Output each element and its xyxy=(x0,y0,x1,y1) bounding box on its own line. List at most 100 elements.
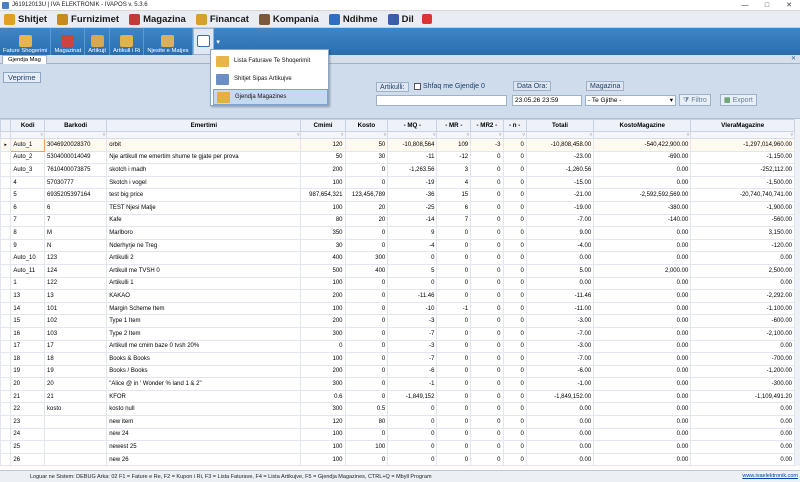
filtro-button[interactable]: ⧩ Filtro xyxy=(679,94,711,106)
column-header[interactable]: Barkodi xyxy=(44,119,108,132)
table-cell[interactable]: -1 xyxy=(387,377,438,391)
table-cell[interactable]: KFOR xyxy=(106,389,302,404)
table-cell[interactable]: 0 xyxy=(470,427,504,442)
table-cell[interactable]: 100 xyxy=(300,452,346,466)
table-row[interactable]: Auto_10 123 Artikulli 2 400 300 0 0 0 0 0.00 0.00 0… xyxy=(0,251,795,265)
table-cell[interactable]: 0 xyxy=(436,251,472,265)
table-cell[interactable]: -11.46 xyxy=(525,289,595,303)
table-cell[interactable]: test big price xyxy=(106,188,302,202)
table-cell[interactable]: 200 xyxy=(300,289,346,303)
column-filter-icon[interactable]: ▿ xyxy=(106,131,302,139)
table-cell[interactable]: 100 xyxy=(300,352,346,366)
column-header[interactable]: - MR - xyxy=(436,119,472,132)
table-cell[interactable]: 9 xyxy=(10,238,46,253)
table-cell[interactable]: 15 xyxy=(10,314,46,328)
column-header[interactable]: - MQ - xyxy=(387,119,438,132)
table-row[interactable]: 19 19 Books / Books 200 0 -6 0 0 0 -6.00 0.00 -1,20… xyxy=(0,364,795,379)
table-cell[interactable]: 0 xyxy=(344,352,389,366)
column-header[interactable]: VleraMagazine xyxy=(690,119,795,132)
table-cell[interactable]: 0 xyxy=(502,251,527,265)
website-link[interactable]: www.ivaelektronik.com xyxy=(742,473,798,479)
column-header[interactable]: Kodi xyxy=(10,119,46,132)
table-cell[interactable]: 80 xyxy=(300,213,346,228)
table-cell[interactable]: 21 xyxy=(10,389,46,404)
table-cell[interactable]: 200 xyxy=(300,314,346,328)
table-cell[interactable]: 5.00 xyxy=(525,263,595,278)
table-cell[interactable]: Nje artikull me emertim shume te gjate p… xyxy=(106,150,302,165)
table-cell[interactable]: 2,500.00 xyxy=(690,263,795,278)
table-cell[interactable]: 0 xyxy=(470,377,504,391)
table-cell[interactable]: 0 xyxy=(436,389,472,404)
table-cell[interactable]: Artikulli 1 xyxy=(106,276,302,291)
table-cell[interactable]: new item xyxy=(106,415,302,429)
table-cell[interactable]: 6 xyxy=(436,200,472,215)
table-cell[interactable]: 0 xyxy=(344,289,389,303)
table-cell[interactable]: -10,808,564 xyxy=(387,138,438,152)
table-cell[interactable]: 0 xyxy=(436,314,472,328)
table-cell[interactable]: -1,500.00 xyxy=(690,175,795,190)
table-cell[interactable]: 0 xyxy=(470,251,504,265)
row-indicator[interactable] xyxy=(0,238,12,253)
table-cell[interactable]: 5304000014049 xyxy=(44,150,108,165)
table-cell[interactable]: 80 xyxy=(344,415,389,429)
table-cell[interactable]: 0 xyxy=(502,440,527,454)
table-cell[interactable]: 2,000.00 xyxy=(593,263,692,278)
table-cell[interactable]: 0 xyxy=(344,364,389,379)
table-cell[interactable]: 0 xyxy=(502,314,527,328)
dropdown-item-1[interactable]: Shitjet Sipas Artikujve xyxy=(213,71,328,87)
row-indicator[interactable] xyxy=(0,427,12,442)
table-row[interactable]: Auto_11 124 Artikull me TVSH 0 500 400 5 0 0 0 5.… xyxy=(0,263,795,278)
table-cell[interactable] xyxy=(44,452,108,466)
table-cell[interactable]: 0.00 xyxy=(525,251,595,265)
table-cell[interactable]: 0 xyxy=(436,263,472,278)
table-cell[interactable]: -1,849,152.00 xyxy=(525,389,595,404)
table-cell[interactable]: 0 xyxy=(344,326,389,341)
table-cell[interactable]: 0.00 xyxy=(593,276,692,291)
table-cell[interactable]: 0 xyxy=(502,301,527,316)
table-cell[interactable]: new 24 xyxy=(106,427,302,442)
table-cell[interactable]: 0 xyxy=(502,150,527,165)
table-cell[interactable]: 100 xyxy=(300,200,346,215)
table-cell[interactable]: 57030777 xyxy=(44,175,108,190)
table-cell[interactable]: 0.00 xyxy=(690,452,795,466)
column-filter-icon[interactable]: ▿ xyxy=(470,131,504,139)
table-cell[interactable]: -140.00 xyxy=(593,213,692,228)
table-cell[interactable]: 0.00 xyxy=(690,276,795,291)
table-cell[interactable]: 100 xyxy=(300,301,346,316)
table-cell[interactable]: 0 xyxy=(387,415,438,429)
table-cell[interactable]: -2,100.00 xyxy=(690,326,795,341)
table-cell[interactable]: 25 xyxy=(10,440,46,454)
table-cell[interactable]: 0 xyxy=(470,402,504,417)
table-cell[interactable] xyxy=(44,427,108,442)
table-cell[interactable]: -1,260.56 xyxy=(525,163,595,177)
table-cell[interactable]: Books / Books xyxy=(106,364,302,379)
table-cell[interactable]: 500 xyxy=(300,263,346,278)
toolbar-button-2[interactable]: Artikujt xyxy=(85,28,110,55)
table-row[interactable]: 7 7 Kafe 80 20 -14 7 0 0 -7.00 -140.00 -560.00 xyxy=(0,213,795,228)
table-cell[interactable]: 0 xyxy=(502,276,527,291)
row-indicator[interactable] xyxy=(0,150,12,165)
table-cell[interactable]: 0 xyxy=(470,238,504,253)
table-cell[interactable]: 200 xyxy=(300,163,346,177)
table-cell[interactable]: Auto_1 xyxy=(10,138,46,152)
table-cell[interactable]: Artikull me TVSH 0 xyxy=(106,263,302,278)
table-cell[interactable] xyxy=(44,440,108,454)
table-cell[interactable]: Nderhyrje ne Treg xyxy=(106,238,302,253)
table-cell[interactable]: Margin Scheme Item xyxy=(106,301,302,316)
table-cell[interactable]: 0 xyxy=(344,314,389,328)
row-indicator[interactable] xyxy=(0,226,12,240)
table-cell[interactable]: 1 xyxy=(10,276,46,291)
table-cell[interactable]: 0 xyxy=(502,263,527,278)
table-cell[interactable]: 0 xyxy=(436,326,472,341)
table-cell[interactable]: 9.00 xyxy=(525,226,595,240)
column-header[interactable]: Cmimi xyxy=(300,119,346,132)
table-row[interactable]: Auto_3 7610400073875 skotch i madh 200 0 -1,2… xyxy=(0,163,795,177)
row-indicator[interactable] xyxy=(0,314,12,328)
table-row[interactable]: 6 6 TEST Njesi Matje 100 20 -25 6 0 0 -19.00 -380.… xyxy=(0,200,795,215)
row-indicator[interactable] xyxy=(0,402,12,417)
table-cell[interactable]: -2,592,592,569.00 xyxy=(593,188,692,202)
table-cell[interactable]: Auto_2 xyxy=(10,150,46,165)
table-cell[interactable]: -3.00 xyxy=(525,339,595,354)
toolbar-button-4[interactable]: Njesite e Matjes xyxy=(144,28,193,55)
table-cell[interactable]: 22 xyxy=(10,402,46,417)
